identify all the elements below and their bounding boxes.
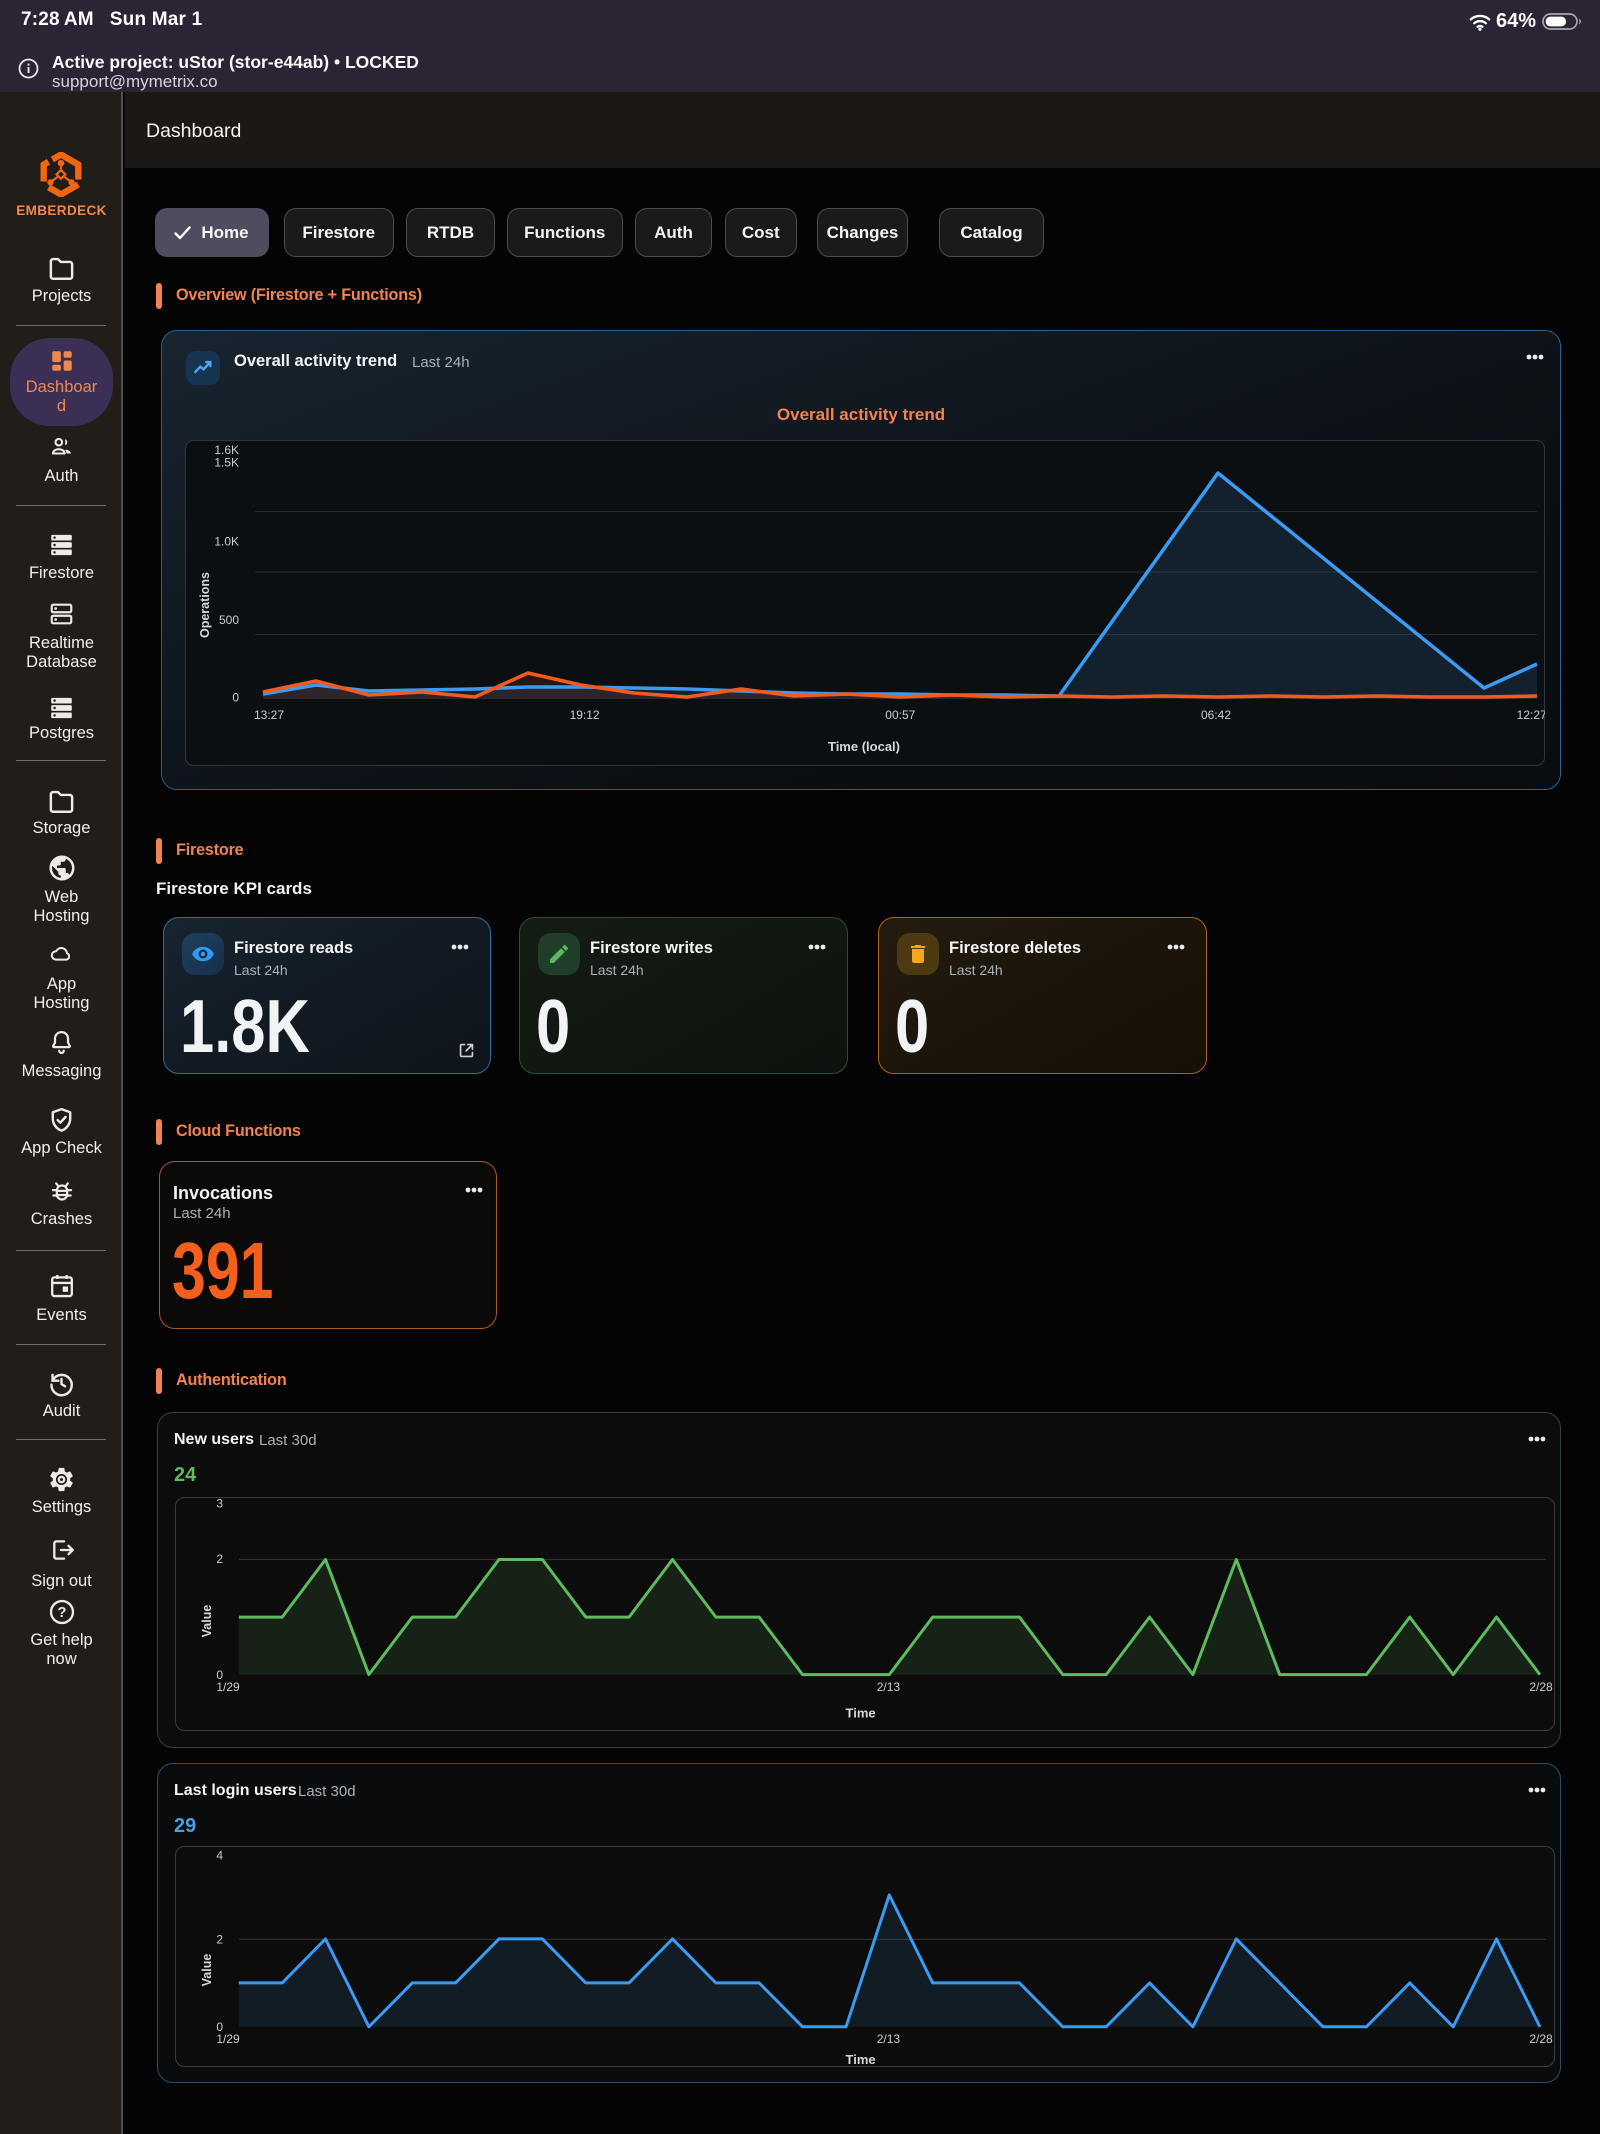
svg-text:2/28: 2/28 [1529, 1680, 1553, 1694]
svg-text:3: 3 [216, 1497, 223, 1511]
svg-text:2/13: 2/13 [877, 1680, 901, 1694]
svg-text:0: 0 [232, 691, 239, 705]
svg-text:2: 2 [216, 1552, 223, 1566]
svg-text:06:42: 06:42 [1201, 708, 1231, 722]
svg-text:19:12: 19:12 [570, 708, 600, 722]
svg-text:500: 500 [219, 613, 239, 627]
svg-text:Operations: Operations [198, 572, 212, 638]
svg-text:Time: Time [846, 2052, 876, 2067]
svg-text:?: ? [57, 1605, 66, 1621]
svg-text:2/13: 2/13 [877, 2032, 901, 2046]
svg-text:13:27: 13:27 [254, 708, 284, 722]
svg-text:Time (local): Time (local) [828, 739, 900, 754]
svg-text:Value: Value [200, 1954, 214, 1987]
svg-text:2: 2 [216, 1932, 223, 1946]
svg-text:1.0K: 1.0K [214, 535, 239, 549]
svg-text:00:57: 00:57 [885, 708, 915, 722]
svg-text:12:27: 12:27 [1517, 708, 1545, 722]
svg-text:Value: Value [200, 1605, 214, 1638]
svg-text:Time: Time [846, 1706, 876, 1721]
svg-text:1/29: 1/29 [216, 2032, 240, 2046]
svg-text:1.5K: 1.5K [214, 456, 239, 470]
svg-text:1/29: 1/29 [216, 1680, 240, 1694]
svg-text:2/28: 2/28 [1529, 2032, 1553, 2046]
svg-text:4: 4 [216, 1848, 223, 1862]
